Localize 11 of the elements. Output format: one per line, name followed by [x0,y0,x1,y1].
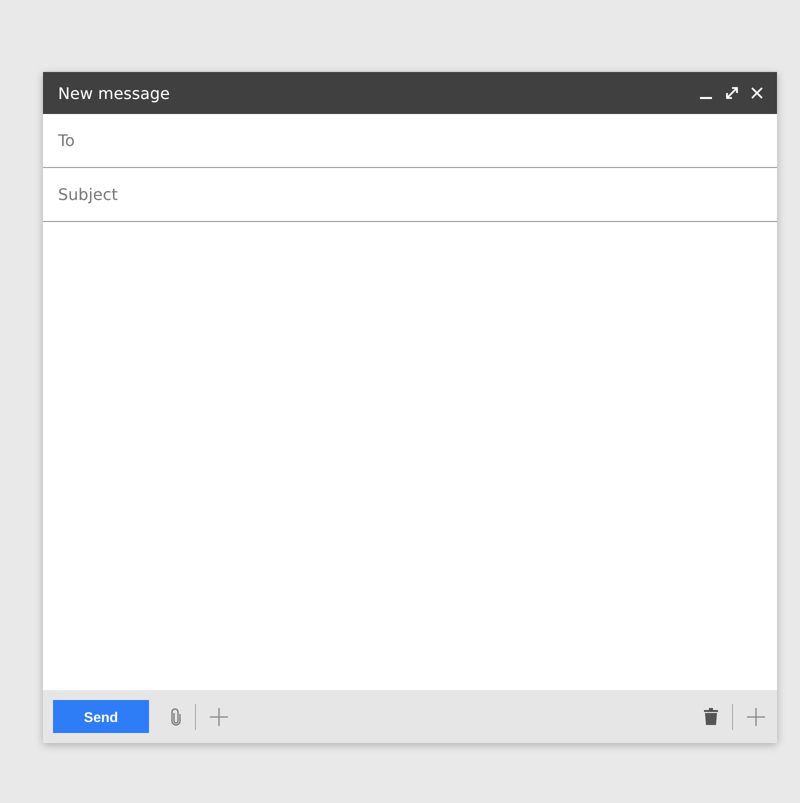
plus-icon[interactable] [747,708,765,726]
input-field[interactable]: Subject [43,168,777,222]
send-button[interactable]: Send [53,700,149,733]
close-icon[interactable] [751,87,763,99]
input-field[interactable]: To [43,114,777,168]
trash-icon[interactable] [704,708,718,725]
plus-icon[interactable] [210,708,228,726]
message-body-field[interactable] [43,222,777,690]
window-title: New message [58,84,171,102]
expand-icon[interactable] [725,86,739,100]
paperclip-icon[interactable] [171,708,181,726]
